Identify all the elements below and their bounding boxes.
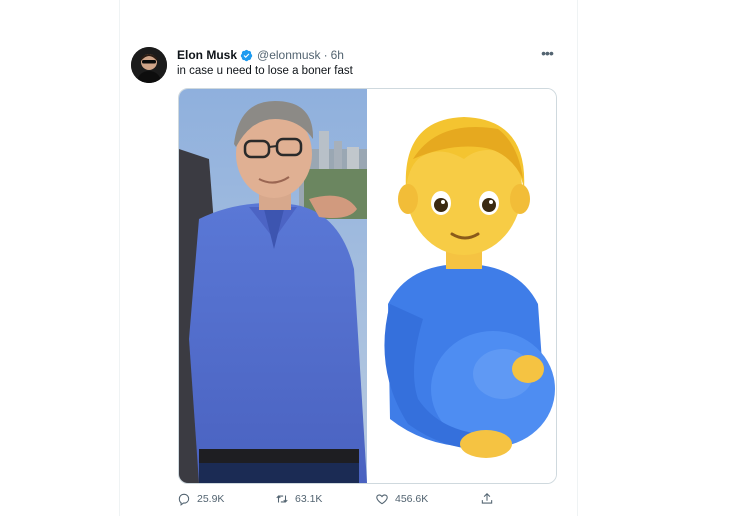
tweet-header: Elon Musk @elonmusk · 6h: [177, 46, 344, 64]
retweet-icon: [276, 495, 288, 503]
reply-count: 25.9K: [197, 493, 225, 505]
verified-badge-icon: [240, 49, 253, 62]
share-icon: [481, 493, 493, 504]
action-bar: 25.9K 63.1K 456.6K: [177, 492, 507, 508]
retweet-count: 63.1K: [295, 493, 323, 505]
avatar[interactable]: [131, 47, 167, 83]
retweet-button[interactable]: 63.1K: [275, 492, 322, 506]
tweet-screenshot: Elon Musk @elonmusk · 6h ••• in case u n…: [0, 0, 745, 516]
tweet-text: in case u need to lose a boner fast: [177, 65, 353, 77]
heart-icon: [376, 494, 388, 505]
reply-button[interactable]: 25.9K: [177, 492, 224, 506]
like-count: 456.6K: [395, 493, 429, 505]
like-button[interactable]: 456.6K: [375, 492, 428, 506]
more-options-icon[interactable]: •••: [537, 46, 557, 60]
separator-dot: ·: [323, 48, 328, 62]
author-handle[interactable]: @elonmusk: [257, 48, 321, 62]
author-name[interactable]: Elon Musk: [177, 48, 237, 62]
media-pregnant-man-emoji[interactable]: [367, 89, 556, 483]
timestamp[interactable]: 6h: [331, 48, 344, 62]
reply-icon: [178, 493, 190, 506]
tweet-media[interactable]: [178, 88, 557, 484]
timeline-right-border: [577, 0, 578, 516]
media-photo-man[interactable]: [179, 89, 367, 483]
timeline-left-border: [119, 0, 120, 516]
share-button[interactable]: [480, 492, 500, 506]
